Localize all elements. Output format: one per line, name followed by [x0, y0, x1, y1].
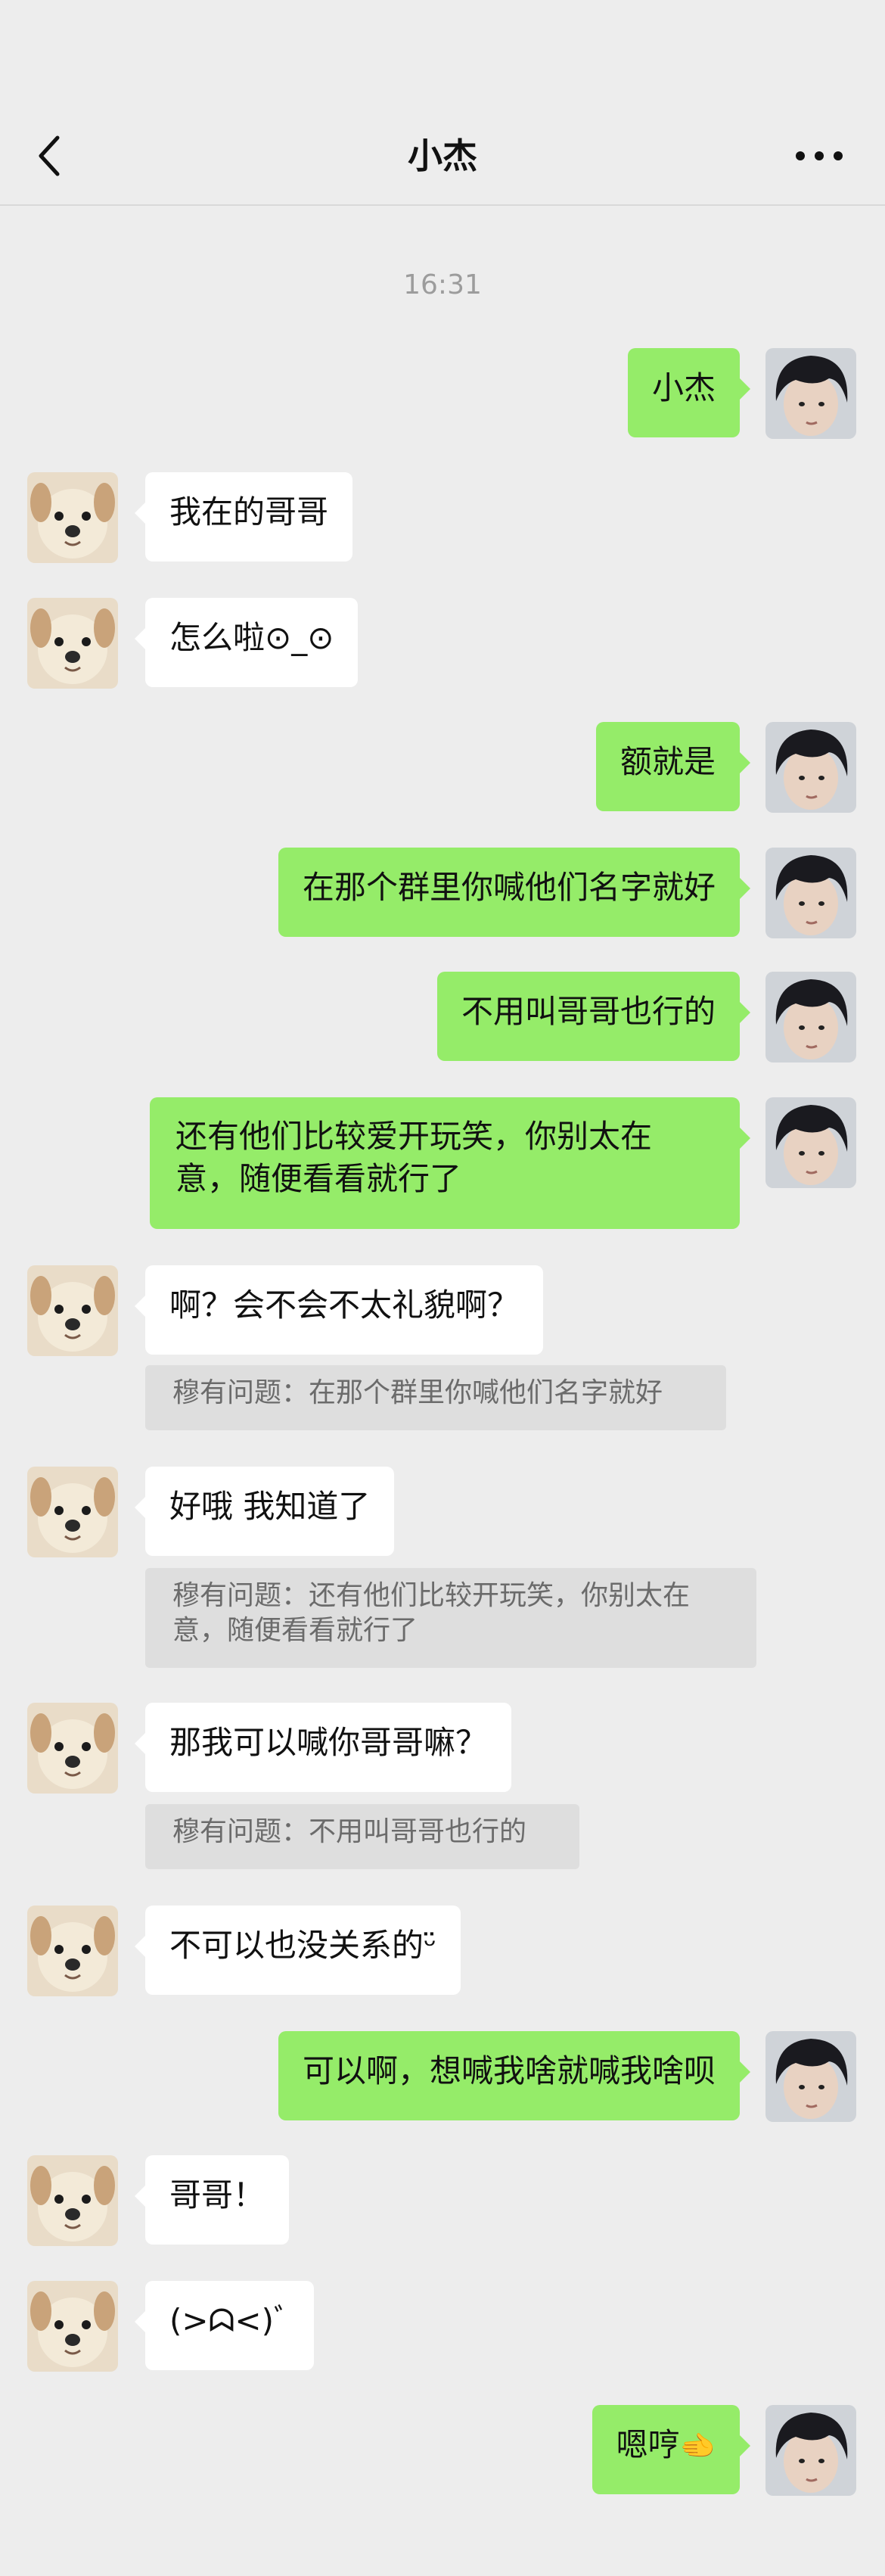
chat-header: 小杰 [0, 0, 885, 206]
avatar-contact[interactable] [27, 1265, 118, 1356]
message-text: 嗯哼 [616, 2426, 680, 2463]
avatar-contact[interactable] [27, 1703, 118, 1794]
hand-emoji-icon: 🫲 [679, 2429, 716, 2462]
message-bubble-incoming[interactable]: (>ᗣ<)ﾞ [134, 2281, 315, 2370]
avatar-me[interactable] [765, 722, 856, 813]
message-bubble-outgoing[interactable]: 还有他们比较爱开玩笑，你别太在意，随便看看就行了 [150, 1097, 750, 1229]
avatar-contact[interactable] [27, 2281, 118, 2372]
avatar-contact[interactable] [27, 1906, 118, 1996]
quoted-reply[interactable]: 穆有问题：不用叫哥哥也行的 [145, 1804, 579, 1869]
avatar-me[interactable] [765, 348, 856, 439]
quoted-reply[interactable]: 穆有问题：还有他们比较开玩笑，你别太在意，随便看看就行了 [145, 1568, 756, 1668]
avatar-me[interactable] [765, 2405, 856, 2496]
message-bubble-outgoing[interactable]: 在那个群里你喊他们名字就好 [278, 848, 751, 937]
avatar-me[interactable] [765, 848, 856, 938]
message-bubble-outgoing[interactable]: 嗯哼🫲 [592, 2405, 751, 2494]
message-bubble-incoming[interactable]: 怎么啦⊙_⊙ [134, 598, 359, 687]
chat-title: 小杰 [408, 135, 477, 176]
message-bubble-outgoing[interactable]: 额就是 [595, 722, 751, 811]
message-bubble-incoming[interactable]: 啊？会不会不太礼貌啊？ [134, 1265, 544, 1355]
more-icon[interactable] [794, 148, 844, 163]
message-timestamp: 16:31 [403, 269, 482, 300]
message-bubble-incoming[interactable]: 我在的哥哥 [134, 472, 353, 562]
message-bubble-outgoing[interactable]: 小杰 [627, 348, 751, 437]
avatar-contact[interactable] [27, 2155, 118, 2246]
avatar-me[interactable] [765, 972, 856, 1062]
quoted-reply[interactable]: 穆有问题：在那个群里你喊他们名字就好 [145, 1365, 726, 1430]
message-bubble-incoming[interactable]: 不可以也没关系的ᵕ̈ [134, 1906, 461, 1995]
avatar-contact[interactable] [27, 598, 118, 689]
avatar-me[interactable] [765, 2031, 856, 2122]
message-bubble-incoming[interactable]: 那我可以喊你哥哥嘛？ [134, 1703, 512, 1792]
message-bubble-incoming[interactable]: 好哦 我知道了 [134, 1467, 395, 1556]
avatar-contact[interactable] [27, 472, 118, 563]
avatar-me[interactable] [765, 1097, 856, 1188]
avatar-contact[interactable] [27, 1467, 118, 1557]
message-bubble-outgoing[interactable]: 不用叫哥哥也行的 [436, 972, 751, 1061]
message-bubble-outgoing[interactable]: 可以啊，想喊我啥就喊我啥呗 [278, 2031, 751, 2120]
message-bubble-incoming[interactable]: 哥哥！ [134, 2155, 290, 2245]
